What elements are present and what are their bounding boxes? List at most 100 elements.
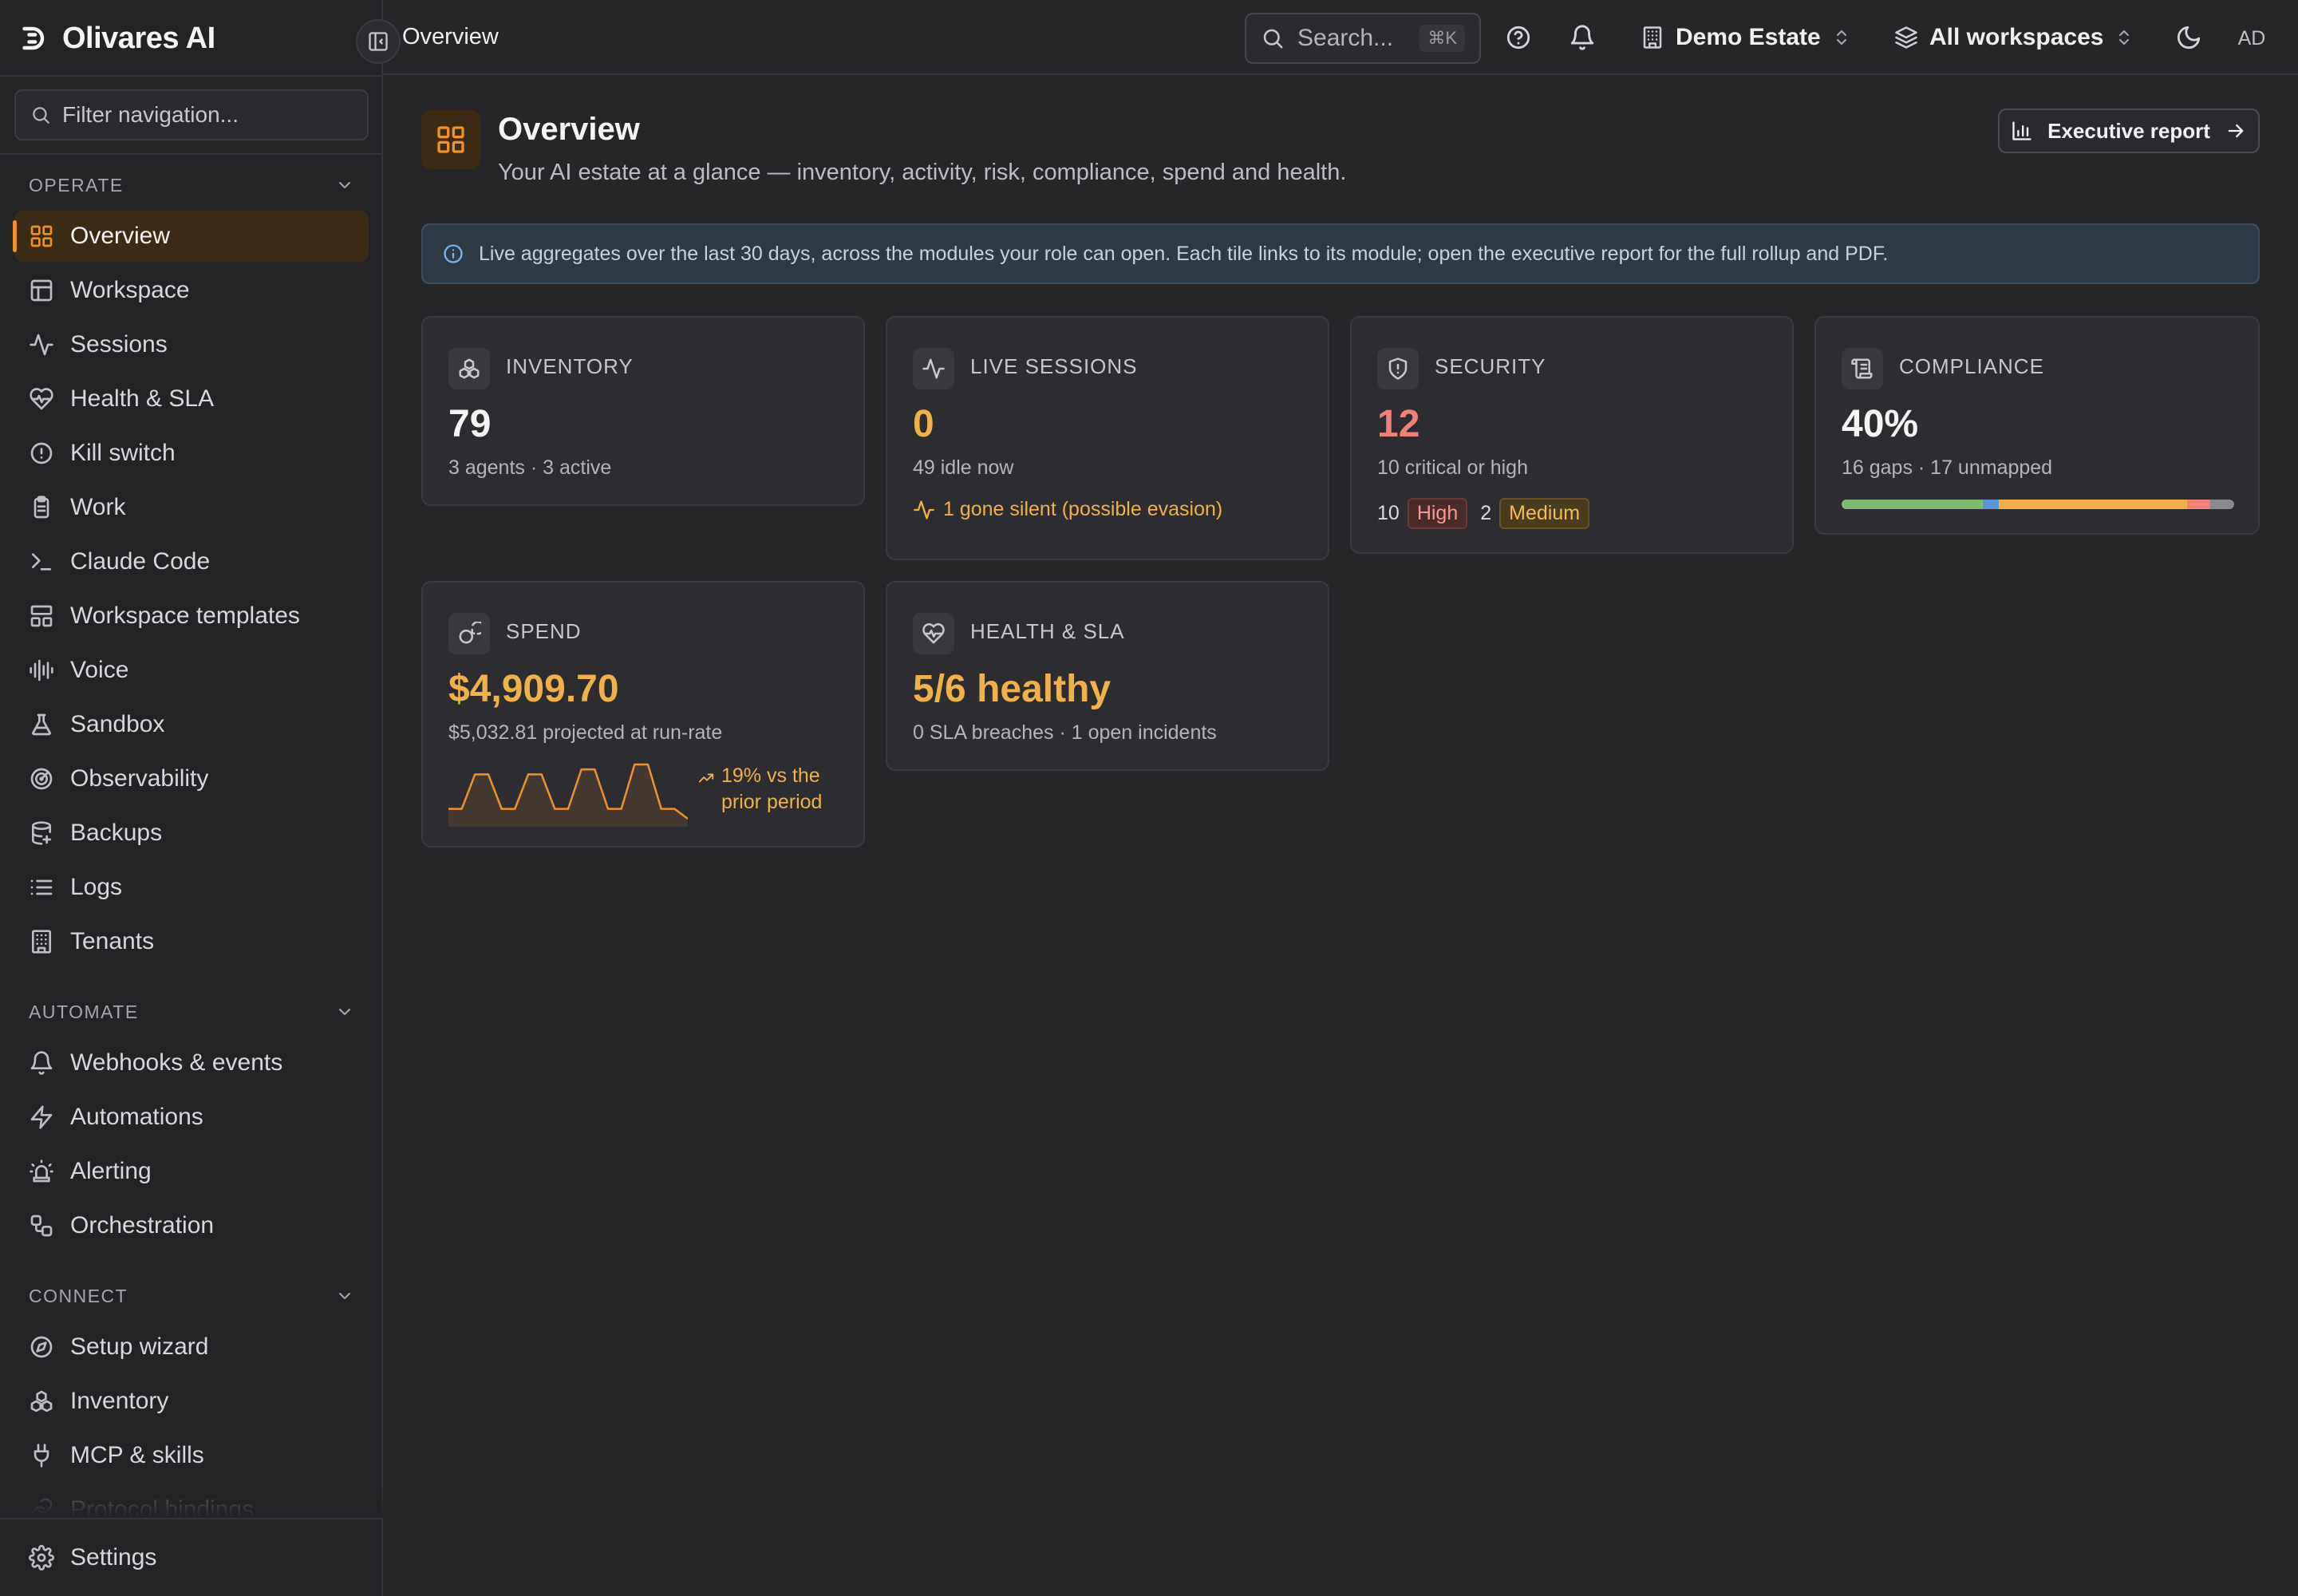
info-icon <box>442 243 464 265</box>
sidebar-item-work[interactable]: Work <box>14 482 369 533</box>
card-value: 5/6 healthy <box>913 668 1111 710</box>
sidebar-item-sandbox[interactable]: Sandbox <box>14 699 369 750</box>
notifications-button[interactable] <box>1569 24 1596 51</box>
sidebar-nav[interactable]: OPERATE Overview Workspace Sessions Health … <box>0 155 383 1516</box>
card-detail: 3 agents · 3 active <box>448 456 612 479</box>
card-label: INVENTORY <box>506 354 634 378</box>
card-icon <box>448 613 490 654</box>
theme-toggle-button[interactable] <box>2175 24 2202 51</box>
boxes-icon <box>29 1389 54 1414</box>
sidebar-item-label: Work <box>70 494 126 520</box>
avatar[interactable]: AD <box>2234 21 2269 56</box>
boxes-icon <box>457 357 481 381</box>
breadcrumb[interactable]: Overview <box>402 24 499 50</box>
sidebar-item-setup-wizard[interactable]: Setup wizard <box>14 1321 369 1373</box>
card-label: HEALTH & SLA <box>970 619 1125 643</box>
live-sessions-card[interactable]: LIVE SESSIONS 0 49 idle now 1 gone silen… <box>886 316 1329 560</box>
building-icon <box>29 929 54 954</box>
search-shortcut: ⌘K <box>1419 25 1465 52</box>
sidebar-item-claude-code[interactable]: Claude Code <box>14 536 369 587</box>
section-header-automate[interactable]: AUTOMATE <box>29 996 354 1028</box>
siren-icon <box>29 1159 54 1184</box>
high-badge: High <box>1407 498 1468 529</box>
health-sla-card[interactable]: HEALTH & SLA 5/6 healthy 0 SLA breaches … <box>886 581 1329 771</box>
brand[interactable]: Olivares AI <box>21 18 215 59</box>
info-banner: Live aggregates over the last 30 days, a… <box>421 223 2260 284</box>
sidebar-item-sessions[interactable]: Sessions <box>14 319 369 370</box>
sidebar-item-label: Kill switch <box>70 440 176 466</box>
sidebar-item-logs[interactable]: Logs <box>14 862 369 913</box>
page-icon <box>421 110 480 169</box>
trending-up-icon <box>697 769 715 787</box>
chevron-down-icon <box>335 1002 354 1021</box>
compliance-stacked-bar <box>1842 500 2234 509</box>
search-placeholder: Search... <box>1297 25 1394 51</box>
sidebar-item-settings[interactable]: Settings <box>14 1532 369 1583</box>
help-button[interactable] <box>1505 24 1532 51</box>
spend-card[interactable]: SPEND $4,909.70 $5,032.81 projected at r… <box>421 581 865 847</box>
heart-pulse-icon <box>29 386 54 412</box>
compliance-bar-segment <box>1998 500 2187 509</box>
sidebar-item-voice[interactable]: Voice <box>14 645 369 696</box>
executive-report-label: Executive report <box>2047 118 2210 143</box>
database-icon <box>29 820 54 846</box>
grid-icon <box>29 223 54 249</box>
compliance-card[interactable]: COMPLIANCE 40% 16 gaps · 17 unmapped <box>1814 316 2260 535</box>
section-header-operate[interactable]: OPERATE <box>29 169 354 201</box>
sidebar-item-label: Settings <box>70 1544 157 1570</box>
security-card[interactable]: SECURITY 12 10 critical or high 10 High … <box>1350 316 1794 554</box>
sidebar-item-kill-switch[interactable]: Kill switch <box>14 428 369 479</box>
gear-icon <box>29 1545 54 1570</box>
card-icon <box>1377 348 1419 389</box>
waveform-icon <box>29 658 54 683</box>
sidebar-item-webhooks-and-events[interactable]: Webhooks & events <box>14 1037 369 1088</box>
sidebar-item-mcp-and-skills[interactable]: MCP & skills <box>14 1430 369 1481</box>
flask-icon <box>29 712 54 737</box>
sidebar-item-automations[interactable]: Automations <box>14 1092 369 1143</box>
sidebar-item-workspace-templates[interactable]: Workspace templates <box>14 591 369 642</box>
sidebar-item-orchestration[interactable]: Orchestration <box>14 1200 369 1251</box>
sidebar-item-inventory[interactable]: Inventory <box>14 1376 369 1427</box>
global-search-button[interactable]: Search... ⌘K <box>1245 13 1481 64</box>
arrow-right-icon <box>2225 120 2247 142</box>
sidebar-item-label: Alerting <box>70 1158 152 1184</box>
radar-icon <box>29 766 54 792</box>
workspace-name: All workspaces <box>1929 24 2104 50</box>
layout-icon <box>29 278 54 303</box>
section-header-connect[interactable]: CONNECT <box>29 1280 354 1312</box>
filter-placeholder: Filter navigation... <box>62 102 239 127</box>
workspace-selector[interactable]: All workspaces <box>1894 21 2134 54</box>
sidebar-item-overview[interactable]: Overview <box>13 211 369 262</box>
filter-navigation-input[interactable]: Filter navigation... <box>14 89 369 140</box>
sidebar-item-alerting[interactable]: Alerting <box>14 1146 369 1197</box>
activity-icon <box>29 332 54 358</box>
collapse-sidebar-button[interactable] <box>356 19 401 64</box>
page-subtitle: Your AI estate at a glance — inventory, … <box>498 160 1347 185</box>
card-value: $4,909.70 <box>448 668 619 710</box>
sidebar-item-tenants[interactable]: Tenants <box>14 916 369 967</box>
card-detail: 0 SLA breaches · 1 open incidents <box>913 721 1217 744</box>
compliance-bar-segment <box>1983 500 1999 509</box>
note-text: 1 gone silent (possible evasion) <box>943 498 1223 520</box>
silent-sessions-note[interactable]: 1 gone silent (possible evasion) <box>913 498 1222 521</box>
chevron-up-down-icon <box>1832 28 1851 47</box>
card-label: SPEND <box>506 619 582 643</box>
estate-selector[interactable]: Demo Estate <box>1641 21 1851 54</box>
divider <box>0 75 383 77</box>
compass-icon <box>29 1334 54 1360</box>
card-value: 12 <box>1377 403 1420 445</box>
sidebar-item-label: Tenants <box>70 928 155 954</box>
medium-badge: Medium <box>1499 498 1590 529</box>
workflow-icon <box>29 1213 54 1238</box>
activity-icon <box>913 499 935 521</box>
card-label: COMPLIANCE <box>1899 354 2044 378</box>
card-detail: 49 idle now <box>913 456 1014 479</box>
inventory-card[interactable]: INVENTORY 79 3 agents · 3 active <box>421 316 865 506</box>
sidebar-item-workspace[interactable]: Workspace <box>14 265 369 316</box>
estate-name: Demo Estate <box>1676 24 1821 50</box>
sidebar-item-backups[interactable]: Backups <box>14 808 369 859</box>
executive-report-button[interactable]: Executive report <box>1998 109 2260 153</box>
sidebar-item-observability[interactable]: Observability <box>14 753 369 804</box>
card-value: 79 <box>448 403 492 445</box>
sidebar-item-health-and-sla[interactable]: Health & SLA <box>14 373 369 425</box>
